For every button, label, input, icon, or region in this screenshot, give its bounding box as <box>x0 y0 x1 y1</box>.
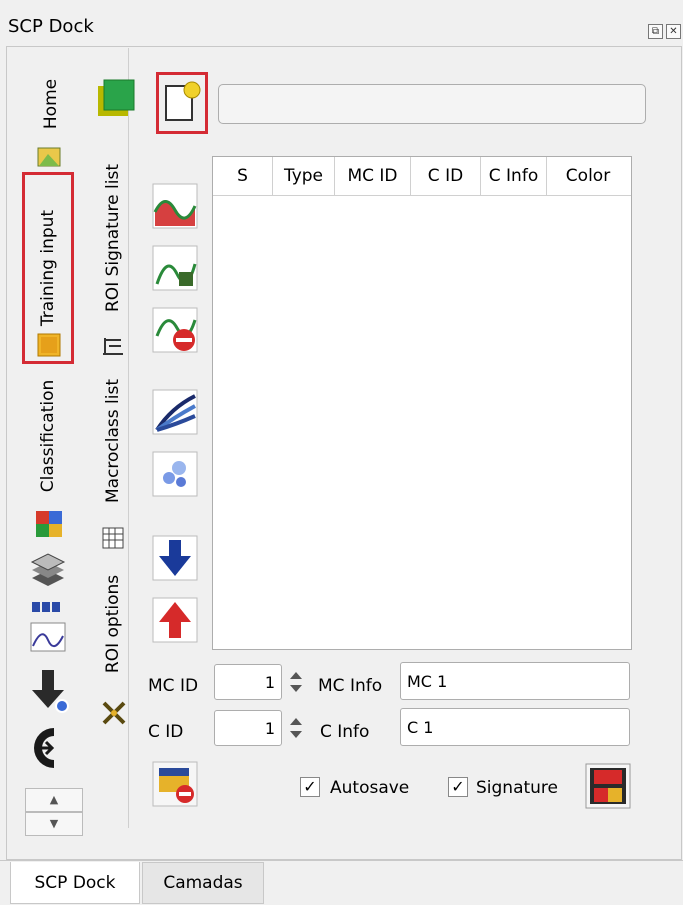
scatter-plot-icon[interactable] <box>151 450 199 498</box>
c-info-label: C Info <box>320 722 370 742</box>
tab-macroclass-list-label: Macroclass list <box>103 378 123 504</box>
table-header: S Type MC ID C ID C Info Color <box>213 157 631 196</box>
tab-camadas[interactable]: Camadas <box>142 862 264 904</box>
roi-signature-file-icon[interactable] <box>96 78 138 120</box>
bottom-tabs-line <box>0 860 683 861</box>
spectral-plot-icon[interactable] <box>30 622 66 652</box>
column-mc-id[interactable]: MC ID <box>335 157 411 195</box>
column-s[interactable]: S <box>213 157 273 195</box>
mc-id-input[interactable]: 1 <box>214 664 282 700</box>
autosave-checkbox[interactable]: ✓ <box>300 777 320 797</box>
band-set-icon[interactable] <box>30 598 66 618</box>
tab-home[interactable]: Home <box>22 56 80 152</box>
training-input-path-field[interactable] <box>218 84 646 124</box>
mc-id-stepper-icon[interactable] <box>286 667 306 697</box>
column-type[interactable]: Type <box>273 157 335 195</box>
column-c-id[interactable]: C ID <box>411 157 481 195</box>
training-icon <box>37 333 61 357</box>
mc-info-input[interactable]: MC 1 <box>400 662 630 700</box>
roi-signature-table[interactable]: S Type MC ID C ID C Info Color <box>212 156 632 650</box>
column-c-info[interactable]: C Info <box>481 157 547 195</box>
signature-checkbox[interactable]: ✓ <box>448 777 468 797</box>
tab-classification-label: Classification <box>38 379 59 493</box>
restore-icon[interactable]: ⧉ <box>648 24 663 39</box>
signature-label: Signature <box>476 778 559 798</box>
scroll-down-button[interactable]: ▼ <box>25 812 83 836</box>
tab-training-input[interactable]: Training input <box>22 172 74 364</box>
column-color[interactable]: Color <box>547 157 629 195</box>
dock-titlebar <box>0 0 683 48</box>
tab-roi-signature-list-label: ROI Signature list <box>103 164 123 312</box>
palette-icon <box>37 147 61 167</box>
download-icon[interactable] <box>30 668 70 714</box>
tab-roi-signature-list[interactable]: ROI Signature list <box>96 150 130 326</box>
new-training-input-icon[interactable] <box>164 80 202 124</box>
add-to-signature-icon[interactable] <box>151 182 199 230</box>
c-id-stepper-icon[interactable] <box>286 713 306 743</box>
undo-save-icon[interactable] <box>151 760 199 808</box>
import-signature-icon[interactable] <box>151 534 199 582</box>
autosave-label: Autosave <box>330 778 410 798</box>
tab-home-label: Home <box>40 78 61 130</box>
save-roi-icon[interactable] <box>584 762 632 810</box>
tab-classification[interactable]: Classification <box>22 366 74 506</box>
spectral-signature-plot-icon[interactable] <box>151 388 199 436</box>
export-signature-icon[interactable] <box>151 596 199 644</box>
tab-training-input-label: Training input <box>38 209 58 327</box>
mc-info-label: MC Info <box>318 676 383 696</box>
c-id-input[interactable]: 1 <box>214 710 282 746</box>
postprocessing-icon[interactable] <box>26 726 62 770</box>
mc-id-label: MC ID <box>148 676 199 696</box>
classification-icon[interactable] <box>35 510 63 538</box>
close-icon[interactable]: ✕ <box>666 24 681 39</box>
add-signature-plot-icon[interactable] <box>151 244 199 292</box>
dock-title: SCP Dock <box>8 16 94 37</box>
tab-scp-dock[interactable]: SCP Dock <box>10 862 140 904</box>
delete-signature-icon[interactable] <box>151 306 199 354</box>
layers-icon[interactable] <box>30 552 66 588</box>
tab-roi-options-label: ROI options <box>103 574 124 674</box>
macroclass-icon <box>102 527 124 549</box>
tab-roi-options[interactable]: ROI options <box>96 556 130 692</box>
tools-icon <box>102 701 126 725</box>
c-info-input[interactable]: C 1 <box>400 708 630 746</box>
scroll-up-button[interactable]: ▲ <box>25 788 83 812</box>
c-id-label: C ID <box>148 722 184 742</box>
roi-list-icon <box>103 338 123 355</box>
tab-macroclass-list[interactable]: Macroclass list <box>96 364 130 518</box>
